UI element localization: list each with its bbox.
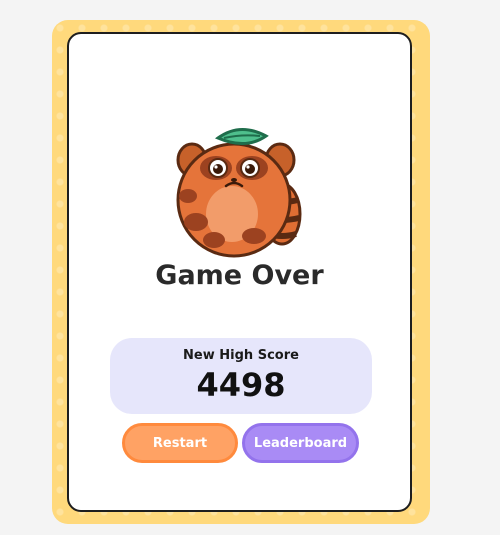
game-over-title: Game Over <box>155 260 324 291</box>
game-over-screen: Game Over New High Score 4498 Restart Le… <box>0 0 500 535</box>
leaderboard-button[interactable]: Leaderboard <box>242 423 359 463</box>
high-score-label: New High Score <box>183 348 299 363</box>
sad-raccoon-icon <box>176 128 302 258</box>
high-score-panel: New High Score 4498 <box>110 338 372 414</box>
restart-button[interactable]: Restart <box>122 423 238 463</box>
high-score-value: 4498 <box>196 366 286 404</box>
